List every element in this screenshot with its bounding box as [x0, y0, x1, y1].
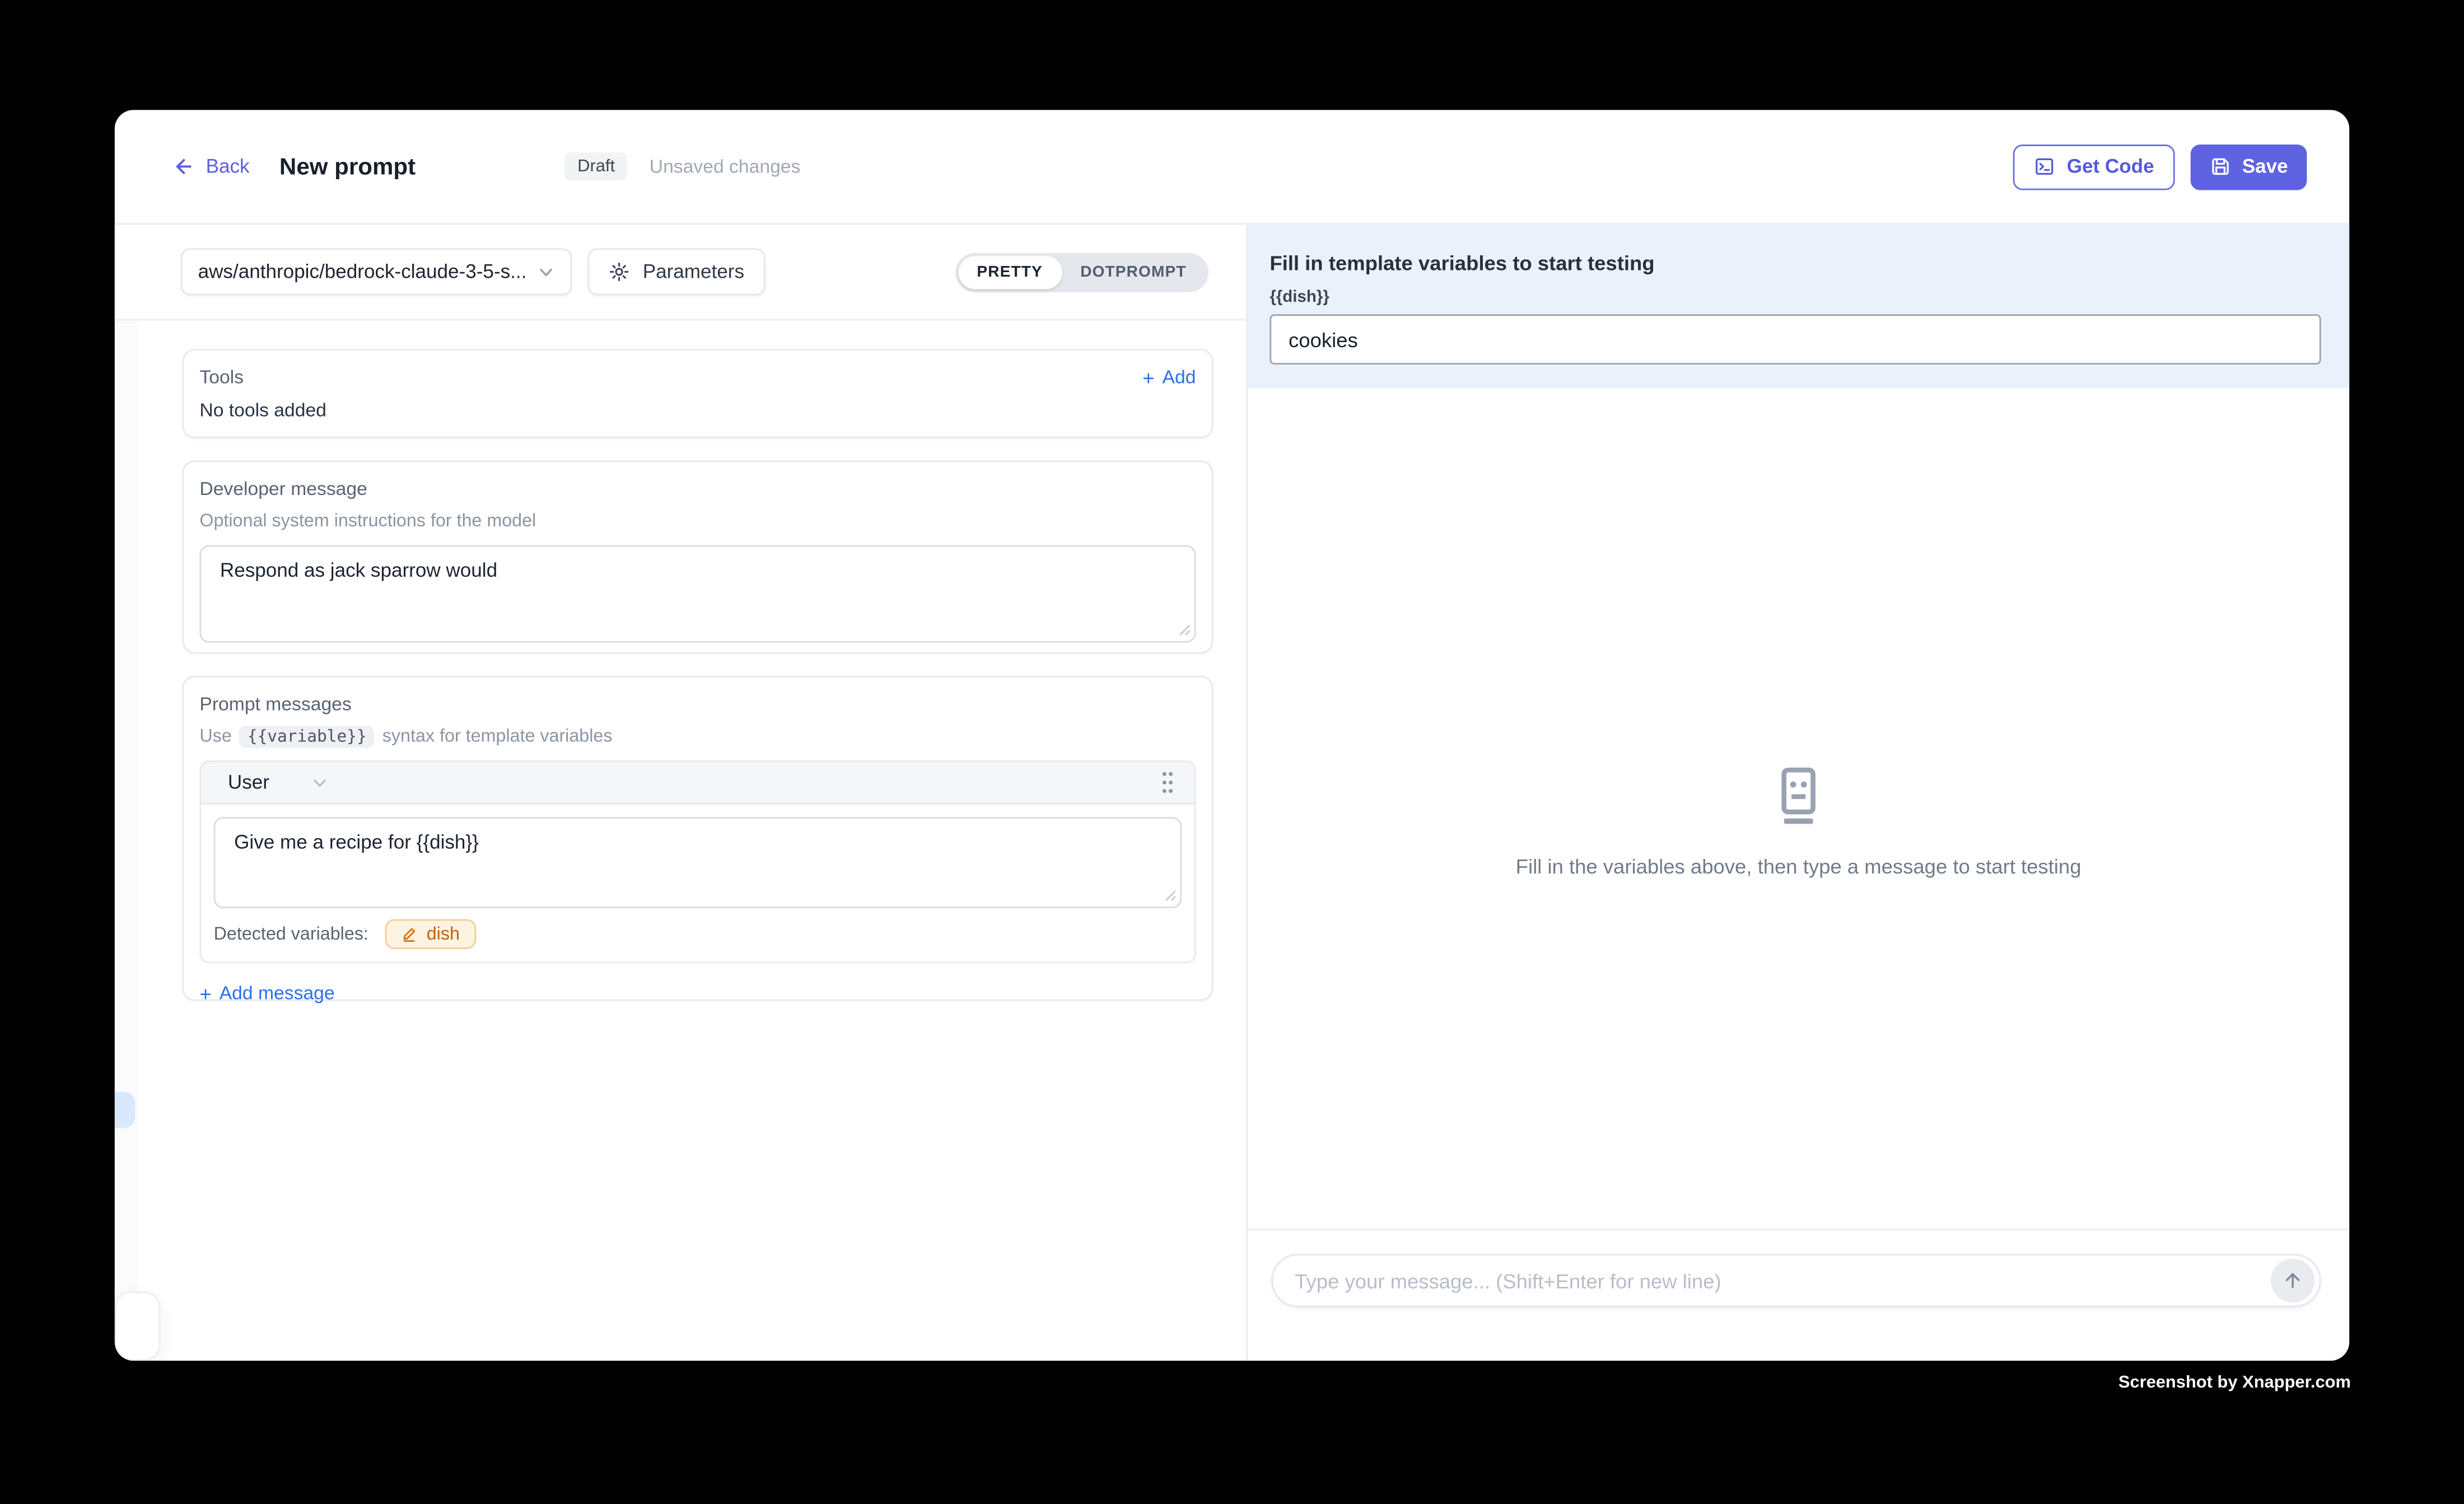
sidebar-active-item[interactable] [115, 1092, 135, 1128]
variable-chip-dish[interactable]: dish [386, 919, 475, 949]
variable-value-input[interactable] [1270, 314, 2321, 365]
drag-handle-icon[interactable] [1160, 770, 1175, 795]
model-select[interactable]: aws/anthropic/bedrock-claude-3-5-s... [181, 248, 572, 295]
role-label: User [228, 772, 269, 793]
status-badge: Draft [565, 152, 628, 181]
arrow-up-icon [2281, 1269, 2303, 1291]
add-message-button[interactable]: + Add message [199, 982, 334, 1004]
back-label: Back [206, 156, 250, 178]
top-bar: Back New prompt Draft Unsaved changes Ge… [115, 110, 2349, 225]
send-button[interactable] [2271, 1259, 2315, 1303]
terminal-icon [2034, 156, 2056, 178]
plus-icon: + [1142, 367, 1154, 387]
save-button[interactable]: Save [2190, 144, 2307, 189]
pencil-icon [402, 926, 419, 943]
get-code-label: Get Code [2067, 156, 2154, 178]
chat-input-bar [1248, 1229, 2349, 1361]
variable-chip-label: dish [427, 924, 460, 943]
get-code-button[interactable]: Get Code [2013, 144, 2174, 189]
chat-input-container [1271, 1254, 2321, 1307]
chevron-down-icon [538, 263, 555, 281]
plus-icon: + [199, 983, 211, 1003]
chat-message-input[interactable] [1295, 1269, 2271, 1292]
model-select-value: aws/anthropic/bedrock-claude-3-5-s... [198, 261, 538, 283]
add-tool-label: Add [1163, 366, 1196, 388]
sidebar-sliver [115, 225, 138, 1361]
unsaved-changes-label: Unsaved changes [650, 156, 801, 178]
prompt-editor-pane: aws/anthropic/bedrock-claude-3-5-s... Pa… [115, 225, 1246, 1361]
developer-message-title: Developer message [199, 478, 1196, 499]
developer-message-subtitle: Optional system instructions for the mod… [199, 512, 1196, 531]
parameters-button[interactable]: Parameters [587, 248, 764, 295]
watermark-label: Screenshot by Xnapper.com [2118, 1374, 2351, 1393]
variable-syntax-hint: Use {{variable}} syntax for template var… [199, 726, 1196, 748]
app-window: Back New prompt Draft Unsaved changes Ge… [115, 110, 2349, 1361]
back-button[interactable]: Back [173, 156, 250, 178]
hint-prefix: Use [199, 727, 231, 746]
robot-icon [1770, 767, 1828, 826]
message-block: User Give me a recipe for {{ [199, 760, 1196, 963]
empty-state: Fill in the variables above, then type a… [1248, 767, 2349, 878]
toggle-option-pretty[interactable]: PRETTY [958, 255, 1062, 288]
screenshot-stage: Back New prompt Draft Unsaved changes Ge… [0, 0, 2464, 1503]
message-body: Give me a recipe for {{dish}} Detected v… [201, 805, 1194, 962]
hint-suffix: syntax for template variables [382, 727, 613, 746]
tools-title: Tools [199, 366, 244, 388]
developer-message-textarea[interactable]: Respond as jack sparrow would [199, 545, 1196, 643]
variable-code-chip: {{variable}} [240, 726, 375, 748]
header-actions: Get Code Save [2013, 144, 2307, 189]
detected-variables-row: Detected variables: dish [214, 919, 1182, 949]
model-toolbar: aws/anthropic/bedrock-claude-3-5-s... Pa… [115, 225, 1246, 320]
template-variables-heading: Fill in template variables to start test… [1270, 251, 2321, 275]
prompt-messages-title: Prompt messages [199, 693, 1196, 714]
add-tool-button[interactable]: + Add [1142, 366, 1196, 388]
role-select[interactable]: User [228, 772, 329, 793]
save-icon [2209, 156, 2231, 178]
gear-icon [608, 261, 630, 283]
save-label: Save [2242, 156, 2288, 178]
tools-card: Tools + Add No tools added [183, 349, 1214, 438]
template-variables-panel: Fill in template variables to start test… [1248, 225, 2349, 388]
test-pane: Fill in template variables to start test… [1246, 225, 2349, 1361]
corner-popover [115, 1292, 160, 1361]
toggle-option-dotprompt[interactable]: DOTPROMPT [1062, 255, 1206, 288]
tools-empty-text: No tools added [199, 399, 1196, 421]
page-title: New prompt [279, 153, 416, 180]
message-header: User [201, 762, 1194, 805]
editor-cards: Tools + Add No tools added Developer mes… [115, 320, 1246, 1001]
parameters-label: Parameters [643, 261, 744, 283]
back-arrow-icon [173, 156, 195, 178]
variable-name-label: {{dish}} [1270, 288, 2321, 307]
user-message-textarea[interactable]: Give me a recipe for {{dish}} [214, 817, 1182, 908]
empty-state-text: Fill in the variables above, then type a… [1516, 855, 2082, 879]
add-message-label: Add message [220, 982, 335, 1004]
prompt-messages-card: Prompt messages Use {{variable}} syntax … [183, 676, 1214, 1001]
format-toggle: PRETTY DOTPROMPT [955, 252, 1208, 291]
chevron-down-icon [312, 774, 329, 791]
developer-message-card: Developer message Optional system instru… [183, 460, 1214, 653]
detected-variables-label: Detected variables: [214, 924, 368, 943]
